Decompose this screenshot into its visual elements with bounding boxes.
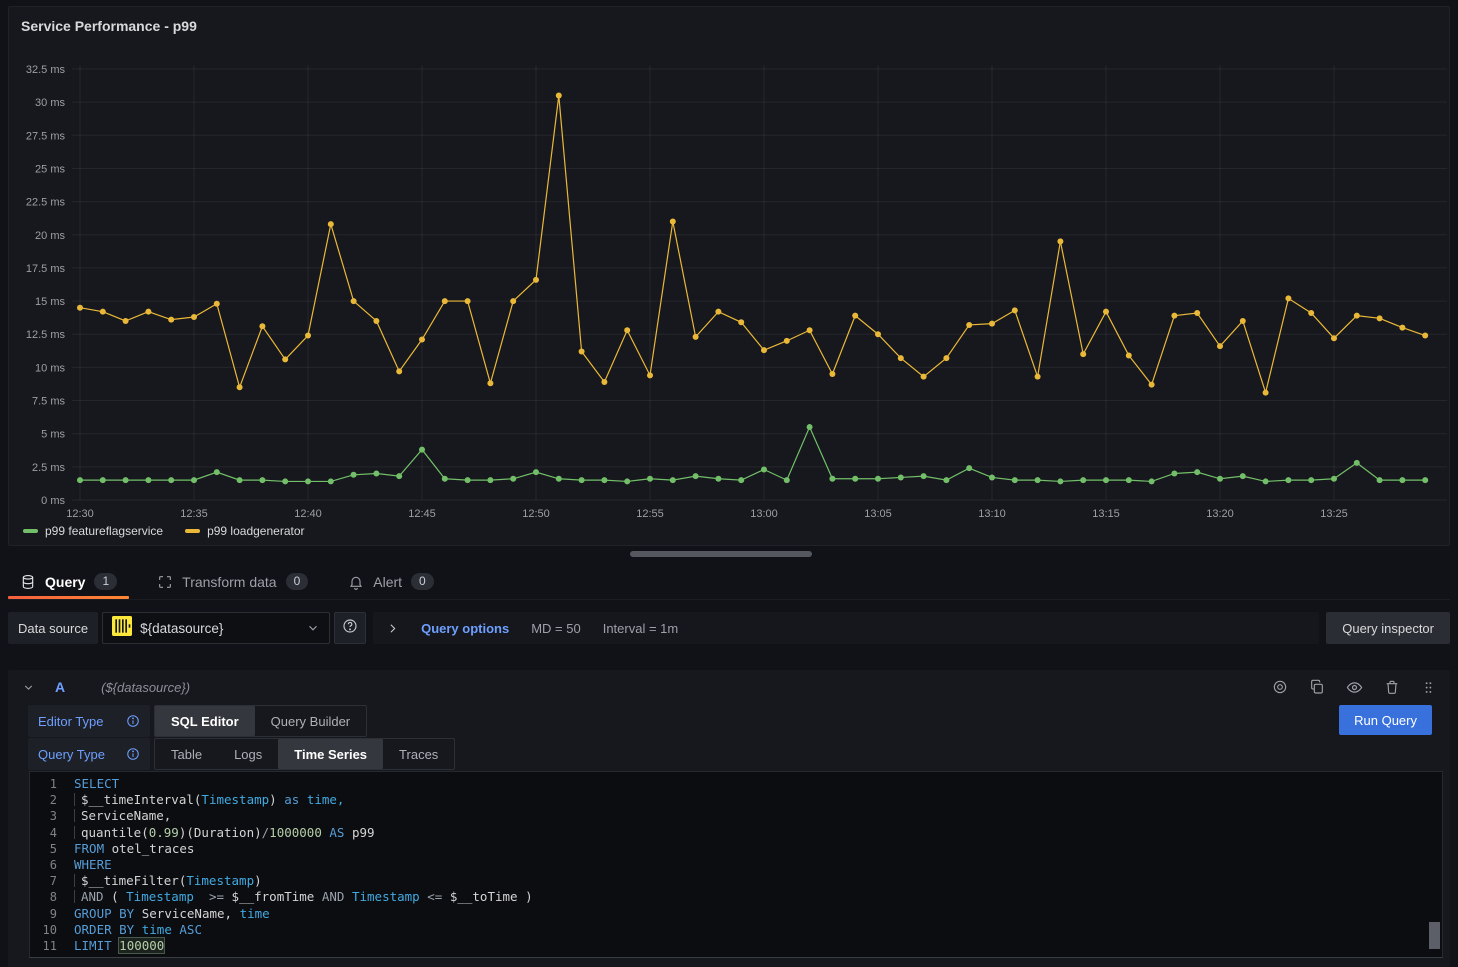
datasource-picker[interactable]: ${datasource}: [102, 612, 330, 644]
svg-text:13:10: 13:10: [978, 508, 1006, 520]
legend-item-loadgenerator[interactable]: p99 loadgenerator: [185, 524, 304, 538]
svg-text:5 ms: 5 ms: [41, 429, 65, 441]
svg-text:30 ms: 30 ms: [35, 97, 65, 109]
option-traces[interactable]: Traces: [383, 739, 454, 769]
svg-text:13:15: 13:15: [1092, 508, 1120, 520]
query-type-label-box: Query Type: [28, 738, 150, 770]
tab-badge: 0: [411, 573, 434, 590]
legend-swatch-green: [23, 529, 38, 533]
svg-text:20 ms: 20 ms: [35, 230, 65, 242]
chart-legend: p99 featureflagservice p99 loadgenerator: [23, 524, 305, 538]
query-options-link[interactable]: Query options: [421, 621, 509, 636]
editor-vertical-scrollbar-thumb[interactable]: [1429, 922, 1440, 949]
grafana-panel-edit-page: Service Performance - p99 0 ms 2.5 ms 5 ms…: [0, 0, 1458, 967]
query-options-bar[interactable]: Query options MD = 50 Interval = 1m: [373, 612, 1319, 644]
tab-label: Transform data: [182, 574, 276, 590]
svg-text:12:50: 12:50: [522, 508, 550, 520]
svg-text:32.5 ms: 32.5 ms: [26, 64, 66, 76]
timeseries-chart[interactable]: 0 ms 2.5 ms 5 ms 7.5 ms 10 ms 12.5 ms 15 ms 17.…: [9, 43, 1451, 543]
query-type-row: Query Type Table Logs Time Series Traces: [28, 738, 455, 770]
svg-text:22.5 ms: 22.5 ms: [26, 197, 66, 209]
disable-query-eye-icon[interactable]: [1346, 679, 1363, 696]
interval-stat: Interval = 1m: [603, 621, 679, 636]
datasource-value: ${datasource}: [140, 621, 298, 636]
sql-code: 1SELECT2$__timeInterval(Timestamp) as ti…: [30, 776, 1442, 954]
legend-swatch-yellow: [185, 529, 200, 533]
query-row-actions: [1272, 679, 1436, 696]
editor-type-label-box: Editor Type: [28, 705, 150, 737]
svg-text:13:25: 13:25: [1320, 508, 1348, 520]
svg-text:12:45: 12:45: [408, 508, 436, 520]
legend-label: p99 loadgenerator: [207, 524, 304, 538]
svg-text:12:55: 12:55: [636, 508, 664, 520]
option-sql-editor[interactable]: SQL Editor: [155, 706, 255, 736]
legend-label: p99 featureflagservice: [45, 524, 163, 538]
max-data-points-stat: MD = 50: [531, 621, 581, 636]
svg-text:13:05: 13:05: [864, 508, 892, 520]
info-circle-icon[interactable]: [126, 747, 140, 761]
query-toolbar: Data source ${datasource}: [8, 612, 1450, 644]
tab-label: Query: [45, 574, 85, 590]
duplicate-query-icon[interactable]: [1309, 679, 1325, 695]
query-type-options: Table Logs Time Series Traces: [154, 738, 455, 770]
svg-text:25 ms: 25 ms: [35, 163, 65, 175]
query-type-label: Query Type: [38, 747, 105, 762]
drag-handle-icon[interactable]: [1421, 680, 1436, 695]
collapse-chevron-down-icon[interactable]: [22, 681, 35, 694]
query-inspector-button[interactable]: Query inspector: [1326, 612, 1450, 644]
option-time-series[interactable]: Time Series: [278, 739, 383, 769]
panel-title: Service Performance - p99: [9, 7, 1449, 45]
run-query-button[interactable]: Run Query: [1339, 705, 1432, 735]
query-row-header[interactable]: A (${datasource}): [8, 670, 1450, 704]
svg-text:15 ms: 15 ms: [35, 296, 65, 308]
editor-type-options: SQL Editor Query Builder: [154, 705, 367, 737]
svg-text:12:40: 12:40: [294, 508, 322, 520]
tab-query[interactable]: Query 1: [8, 564, 129, 599]
tab-alert[interactable]: Alert 0: [336, 564, 445, 599]
svg-text:12.5 ms: 12.5 ms: [26, 329, 66, 341]
option-query-builder[interactable]: Query Builder: [255, 706, 366, 736]
query-datasource-hint: (${datasource}): [101, 680, 190, 695]
option-logs[interactable]: Logs: [218, 739, 278, 769]
help-circle-icon: [342, 618, 358, 639]
tab-transform-data[interactable]: Transform data 0: [145, 564, 320, 599]
chevron-down-icon: [306, 621, 320, 635]
option-table[interactable]: Table: [155, 739, 218, 769]
svg-text:10 ms: 10 ms: [35, 362, 65, 374]
svg-text:13:00: 13:00: [750, 508, 778, 520]
tab-label: Alert: [373, 574, 402, 590]
svg-text:0 ms: 0 ms: [41, 495, 65, 507]
bell-icon: [348, 574, 364, 590]
editor-type-row: Editor Type SQL Editor Query Builder: [28, 705, 367, 737]
info-circle-icon[interactable]: [126, 714, 140, 728]
svg-text:17.5 ms: 17.5 ms: [26, 263, 66, 275]
sql-code-editor[interactable]: 1SELECT2$__timeInterval(Timestamp) as ti…: [29, 771, 1443, 958]
query-ref-id[interactable]: A: [55, 679, 65, 695]
svg-text:12:30: 12:30: [66, 508, 94, 520]
chevron-right-icon[interactable]: [386, 622, 399, 635]
horizontal-scrollbar-thumb[interactable]: [630, 551, 812, 557]
timeseries-panel: Service Performance - p99 0 ms 2.5 ms 5 ms…: [8, 6, 1450, 546]
svg-text:2.5 ms: 2.5 ms: [32, 462, 66, 474]
clickhouse-logo-icon: [112, 616, 132, 641]
datasource-help-button[interactable]: [334, 612, 366, 644]
editor-tabs: Query 1 Transform data 0 Alert 0: [8, 564, 1450, 600]
query-editor-card: A (${datasource}): [8, 670, 1450, 967]
transform-icon: [157, 574, 173, 590]
svg-text:27.5 ms: 27.5 ms: [26, 130, 66, 142]
svg-text:13:20: 13:20: [1206, 508, 1234, 520]
tab-badge: 0: [286, 573, 309, 590]
tab-badge: 1: [94, 573, 117, 590]
editor-type-label: Editor Type: [38, 714, 104, 729]
database-icon: [20, 574, 36, 590]
record-circle-icon[interactable]: [1272, 679, 1288, 695]
svg-text:12:35: 12:35: [180, 508, 208, 520]
svg-text:7.5 ms: 7.5 ms: [32, 396, 66, 408]
remove-query-trash-icon[interactable]: [1384, 679, 1400, 695]
datasource-label: Data source: [8, 612, 98, 644]
legend-item-featureflagservice[interactable]: p99 featureflagservice: [23, 524, 163, 538]
